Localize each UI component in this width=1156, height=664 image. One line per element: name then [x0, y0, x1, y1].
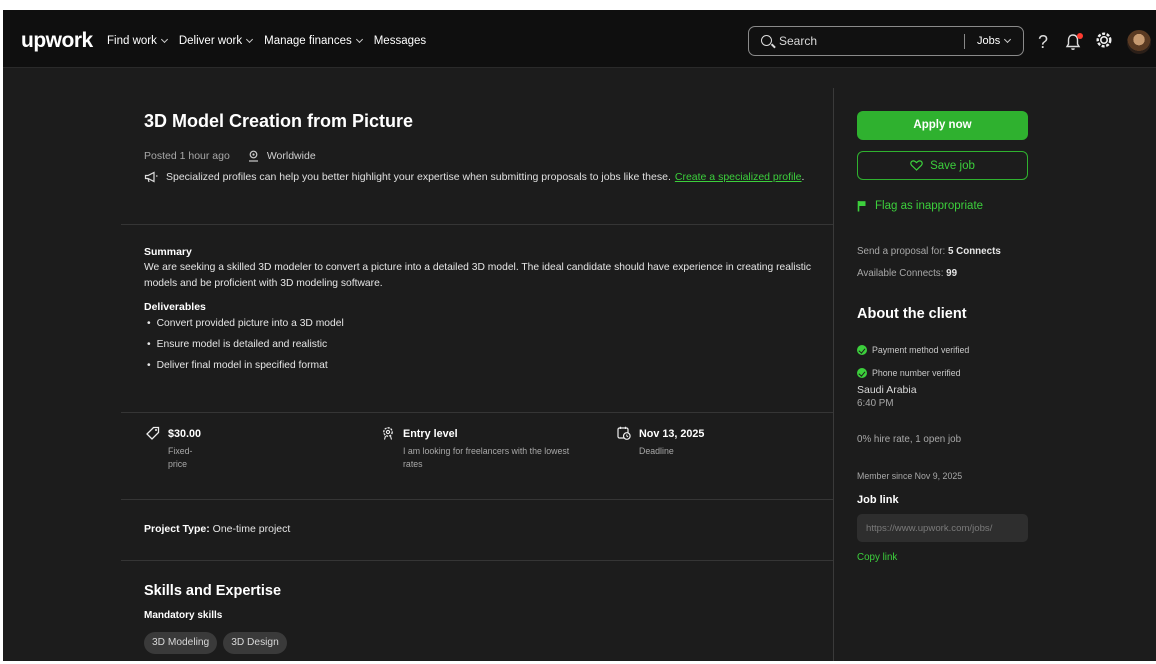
search-input[interactable]: [779, 33, 929, 49]
skill-chip-3d-design[interactable]: 3D Design: [223, 632, 287, 654]
save-job-label: Save job: [930, 159, 975, 172]
posted-time: Posted 1 hour ago: [144, 150, 230, 162]
upwork-logo[interactable]: upwork: [21, 29, 93, 53]
payment-verified: Payment method verified: [857, 345, 969, 355]
nav-messages-label: Messages: [373, 35, 427, 47]
experience-level-icon: [383, 427, 393, 440]
copy-link-button[interactable]: Copy link: [857, 552, 897, 563]
create-specialized-profile-link[interactable]: Create a specialized profile: [675, 171, 802, 183]
level-description: I am looking for freelancers with the lo…: [403, 446, 570, 469]
megaphone-icon: [144, 171, 158, 183]
mandatory-skills-label: Mandatory skills: [144, 610, 223, 621]
heart-icon: [910, 160, 923, 171]
check-circle-icon: [857, 368, 867, 378]
nav-icons: ?: [1033, 30, 1151, 54]
nav-find-work-label: Find work: [107, 35, 157, 47]
divider: [121, 412, 833, 413]
proposal-connects-value: 5 Connects: [947, 246, 1001, 257]
price-tag-icon: [146, 426, 160, 440]
divider: [121, 560, 833, 561]
chevron-down-icon: [246, 35, 254, 44]
gear-icon[interactable]: [1095, 31, 1113, 54]
job-location-label: Worldwide: [266, 150, 316, 162]
list-item: Deliver final model in specified format: [144, 360, 344, 381]
apply-now-button[interactable]: Apply now: [857, 111, 1028, 140]
client-hire-rate: 0% hire rate, 1 open job: [857, 434, 962, 445]
location-pin-icon: [248, 150, 258, 162]
divider: [121, 499, 833, 500]
price-value: $30.00: [168, 428, 202, 440]
summary-text: We are seeking a skilled 3D modeler to c…: [144, 262, 812, 289]
project-type: Project Type: One-time project: [144, 523, 290, 535]
help-icon[interactable]: ?: [1033, 32, 1053, 53]
summary-heading: Summary: [144, 246, 192, 258]
about-client-heading: About the client: [857, 306, 967, 322]
nav-deliver-work[interactable]: Deliver work: [178, 35, 254, 47]
app-window: upwork Find work Deliver work Manage fin…: [3, 10, 1156, 661]
flag-icon: [857, 201, 866, 212]
search-scope-dropdown[interactable]: Jobs: [977, 35, 1012, 47]
skill-chip-3d-modeling[interactable]: 3D Modeling: [144, 632, 218, 654]
nav-manage-finances-label: Manage finances: [264, 35, 352, 47]
bell-icon[interactable]: [1065, 33, 1083, 51]
screenshot-frame: upwork Find work Deliver work Manage fin…: [0, 0, 1156, 664]
tip-period: .: [801, 171, 805, 183]
tip-text: Specialized profiles can help you better…: [166, 171, 671, 183]
available-connects: Available Connects: 99: [857, 268, 957, 279]
level-value: Entry level: [403, 428, 458, 440]
notification-dot: [1077, 33, 1083, 39]
flag-inappropriate-link[interactable]: Flag as inappropriate: [857, 200, 983, 212]
client-country: Saudi Arabia: [857, 384, 917, 396]
nav-manage-finances[interactable]: Manage finances: [264, 35, 363, 47]
client-local-time: 6:40 PM: [857, 398, 894, 409]
nav-messages[interactable]: Messages: [374, 35, 426, 47]
member-since: Member since Nov 9, 2025: [857, 471, 963, 481]
avatar[interactable]: [1127, 30, 1151, 54]
nav-find-work[interactable]: Find work: [107, 35, 168, 47]
price-type: Fixed-price: [168, 446, 193, 469]
nav-deliver-work-label: Deliver work: [178, 35, 243, 47]
project-type-value: One-time project: [212, 523, 291, 535]
search-separator: [964, 34, 965, 49]
specialized-profile-tip: Specialized profiles can help you better…: [144, 171, 804, 183]
job-link-field[interactable]: [857, 514, 1028, 542]
check-circle-icon: [857, 345, 867, 355]
available-connects-value: 99: [946, 268, 958, 279]
skills-list: 3D Modeling 3D Design: [144, 632, 287, 654]
divider: [121, 224, 833, 225]
proposal-connects-label: Send a proposal for:: [857, 246, 946, 257]
job-location: Worldwide: [248, 150, 316, 162]
job-link-heading: Job link: [857, 494, 899, 506]
available-connects-label: Available Connects:: [857, 268, 944, 279]
payment-verified-label: Payment method verified: [872, 345, 970, 355]
job-details: 3D Model Creation from Picture Posted 1 …: [3, 68, 833, 661]
deadline-value: Nov 13, 2025: [639, 428, 705, 440]
job-meta: Posted 1 hour ago Worldwide: [144, 150, 316, 162]
search-scope-label: Jobs: [977, 35, 1001, 47]
chevron-down-icon: [160, 35, 168, 44]
search-icon: [761, 35, 772, 46]
list-item: Convert provided picture into a 3D model: [144, 318, 344, 339]
deadline-label: Deadline: [639, 446, 674, 456]
deliverables-heading: Deliverables: [144, 301, 206, 313]
job-title: 3D Model Creation from Picture: [144, 111, 414, 131]
deliverables-list: Convert provided picture into a 3D model…: [144, 318, 344, 381]
list-item: Ensure model is detailed and realistic: [144, 339, 344, 360]
top-nav: upwork Find work Deliver work Manage fin…: [3, 10, 1156, 68]
project-type-label: Project Type:: [144, 523, 210, 535]
search-box: Jobs: [748, 26, 1024, 56]
flag-label: Flag as inappropriate: [875, 200, 984, 212]
calendar-clock-icon: [617, 426, 631, 440]
save-job-button[interactable]: Save job: [857, 151, 1028, 180]
proposal-connects: Send a proposal for: 5 Connects: [857, 246, 1001, 257]
chevron-down-icon: [1004, 35, 1012, 44]
chevron-down-icon: [355, 35, 363, 44]
nav-links: Find work Deliver work Manage finances M…: [107, 35, 438, 47]
phone-verified: Phone number verified: [857, 368, 961, 378]
job-sidebar: Apply now Save job Flag as inappropriate…: [833, 88, 1156, 661]
skills-heading: Skills and Expertise: [144, 583, 282, 599]
phone-verified-label: Phone number verified: [872, 368, 961, 378]
